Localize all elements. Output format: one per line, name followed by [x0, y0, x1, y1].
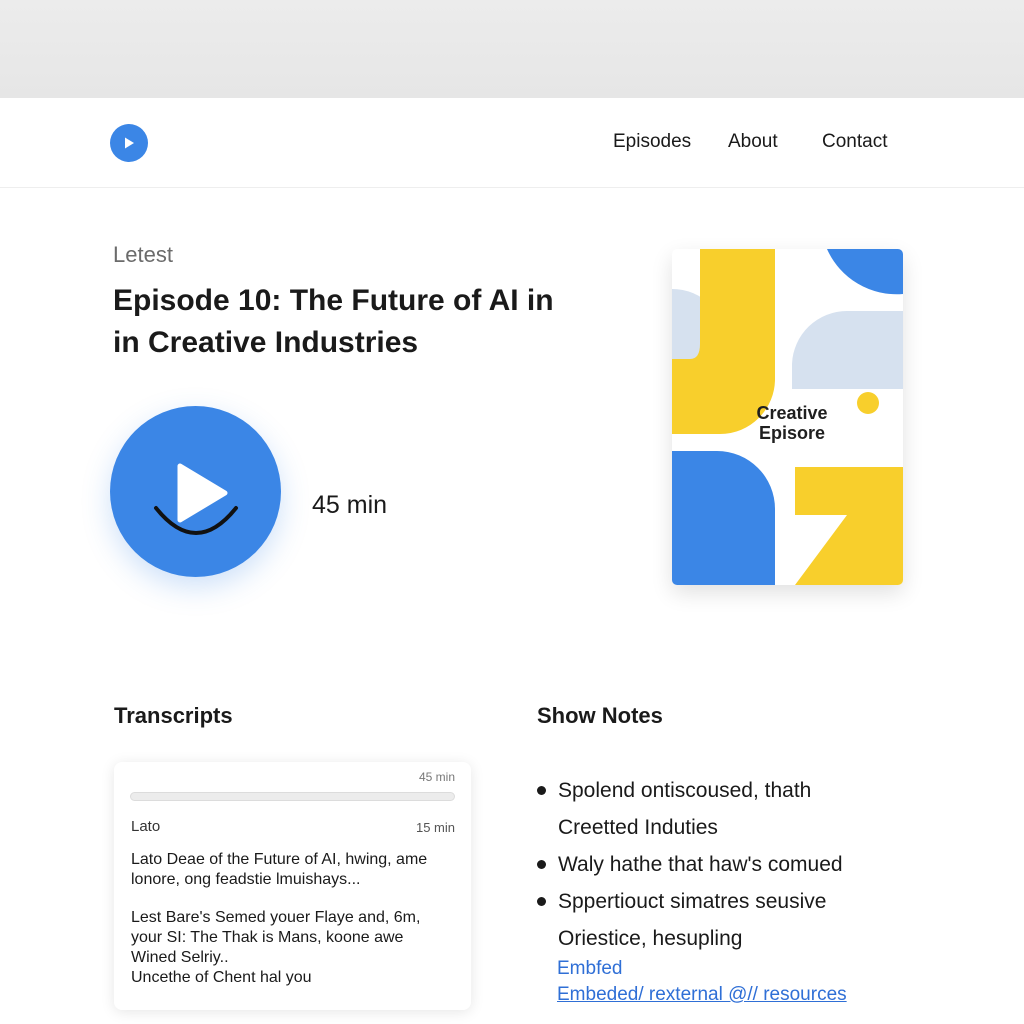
transcript-line: Lato Deae of the Future of AI, hwing, am…	[131, 851, 428, 868]
list-item: Spolend ontiscoused, thath Creetted Indu…	[537, 772, 917, 846]
transcript-line: your SI: The Thak is Mans, koone awe	[131, 929, 404, 946]
list-item: Waly hathe that haw's comued	[537, 846, 917, 883]
transcript-timestamp: 15 min	[415, 820, 455, 835]
nav-link-contact[interactable]: Contact	[822, 131, 887, 153]
play-icon	[154, 463, 238, 535]
transcript-line: Wined Selriy..	[131, 949, 229, 966]
transcript-card[interactable]: 45 min Lato 15 min Lato Deae of the Futu…	[114, 762, 471, 1010]
note-line: Creetted Induties	[558, 816, 718, 839]
transcript-duration: 45 min	[418, 770, 455, 784]
logo-button[interactable]	[110, 124, 148, 162]
latest-label: Letest	[113, 242, 173, 267]
transcript-speaker: Lato	[131, 818, 161, 835]
episode-duration: 45 min	[312, 491, 388, 519]
episode-cover-art: Creative Episore	[672, 249, 903, 585]
play-icon	[125, 137, 134, 149]
transcript-line: Lest Bare's Semed youer Flaye and, 6m,	[131, 909, 421, 926]
note-line: Waly hathe that haw's comued	[558, 853, 843, 876]
transcript-line: lonore, ong feadstie lmuishays...	[131, 871, 361, 888]
transcript-progress-bar[interactable]	[130, 792, 455, 801]
note-line: Oriestice, hesupling	[558, 927, 743, 950]
nav-link-episodes[interactable]: Episodes	[613, 131, 691, 153]
episode-title: Episode 10: The Future of AI in in Creat…	[113, 280, 583, 364]
transcript-line: Uncethe of Chent hal you	[131, 969, 312, 986]
note-line: Sppertiouct simatres seusive	[558, 890, 827, 913]
list-item: Sppertiouct simatres seusive Oriestice, …	[537, 883, 917, 957]
show-notes-heading: Show Notes	[537, 703, 663, 728]
cover-title-line-2: Episore	[758, 423, 826, 443]
navbar: Episodes About Contact	[0, 98, 1024, 188]
episode-title-line-2: in Creative Industries	[113, 326, 419, 359]
play-episode-button[interactable]	[110, 406, 281, 577]
external-resources-link[interactable]: Embeded/ rexternal @// resources	[557, 984, 847, 1006]
cover-title: Creative Episore	[672, 403, 903, 443]
transcript-paragraph-2: Lest Bare's Semed youer Flaye and, 6m, y…	[131, 908, 461, 988]
embed-link[interactable]: Embfed	[557, 958, 622, 980]
transcripts-heading: Transcripts	[114, 703, 233, 728]
nav-link-about[interactable]: About	[728, 131, 778, 153]
show-notes-list: Spolend ontiscoused, thath Creetted Indu…	[537, 772, 917, 957]
cover-title-line-1: Creative	[756, 403, 828, 423]
note-line: Spolend ontiscoused, thath	[558, 779, 812, 802]
episode-title-line-1: Episode 10: The Future of AI in	[113, 284, 554, 317]
transcript-paragraph-1: Lato Deae of the Future of AI, hwing, am…	[131, 850, 461, 890]
browser-top-band	[0, 0, 1024, 98]
